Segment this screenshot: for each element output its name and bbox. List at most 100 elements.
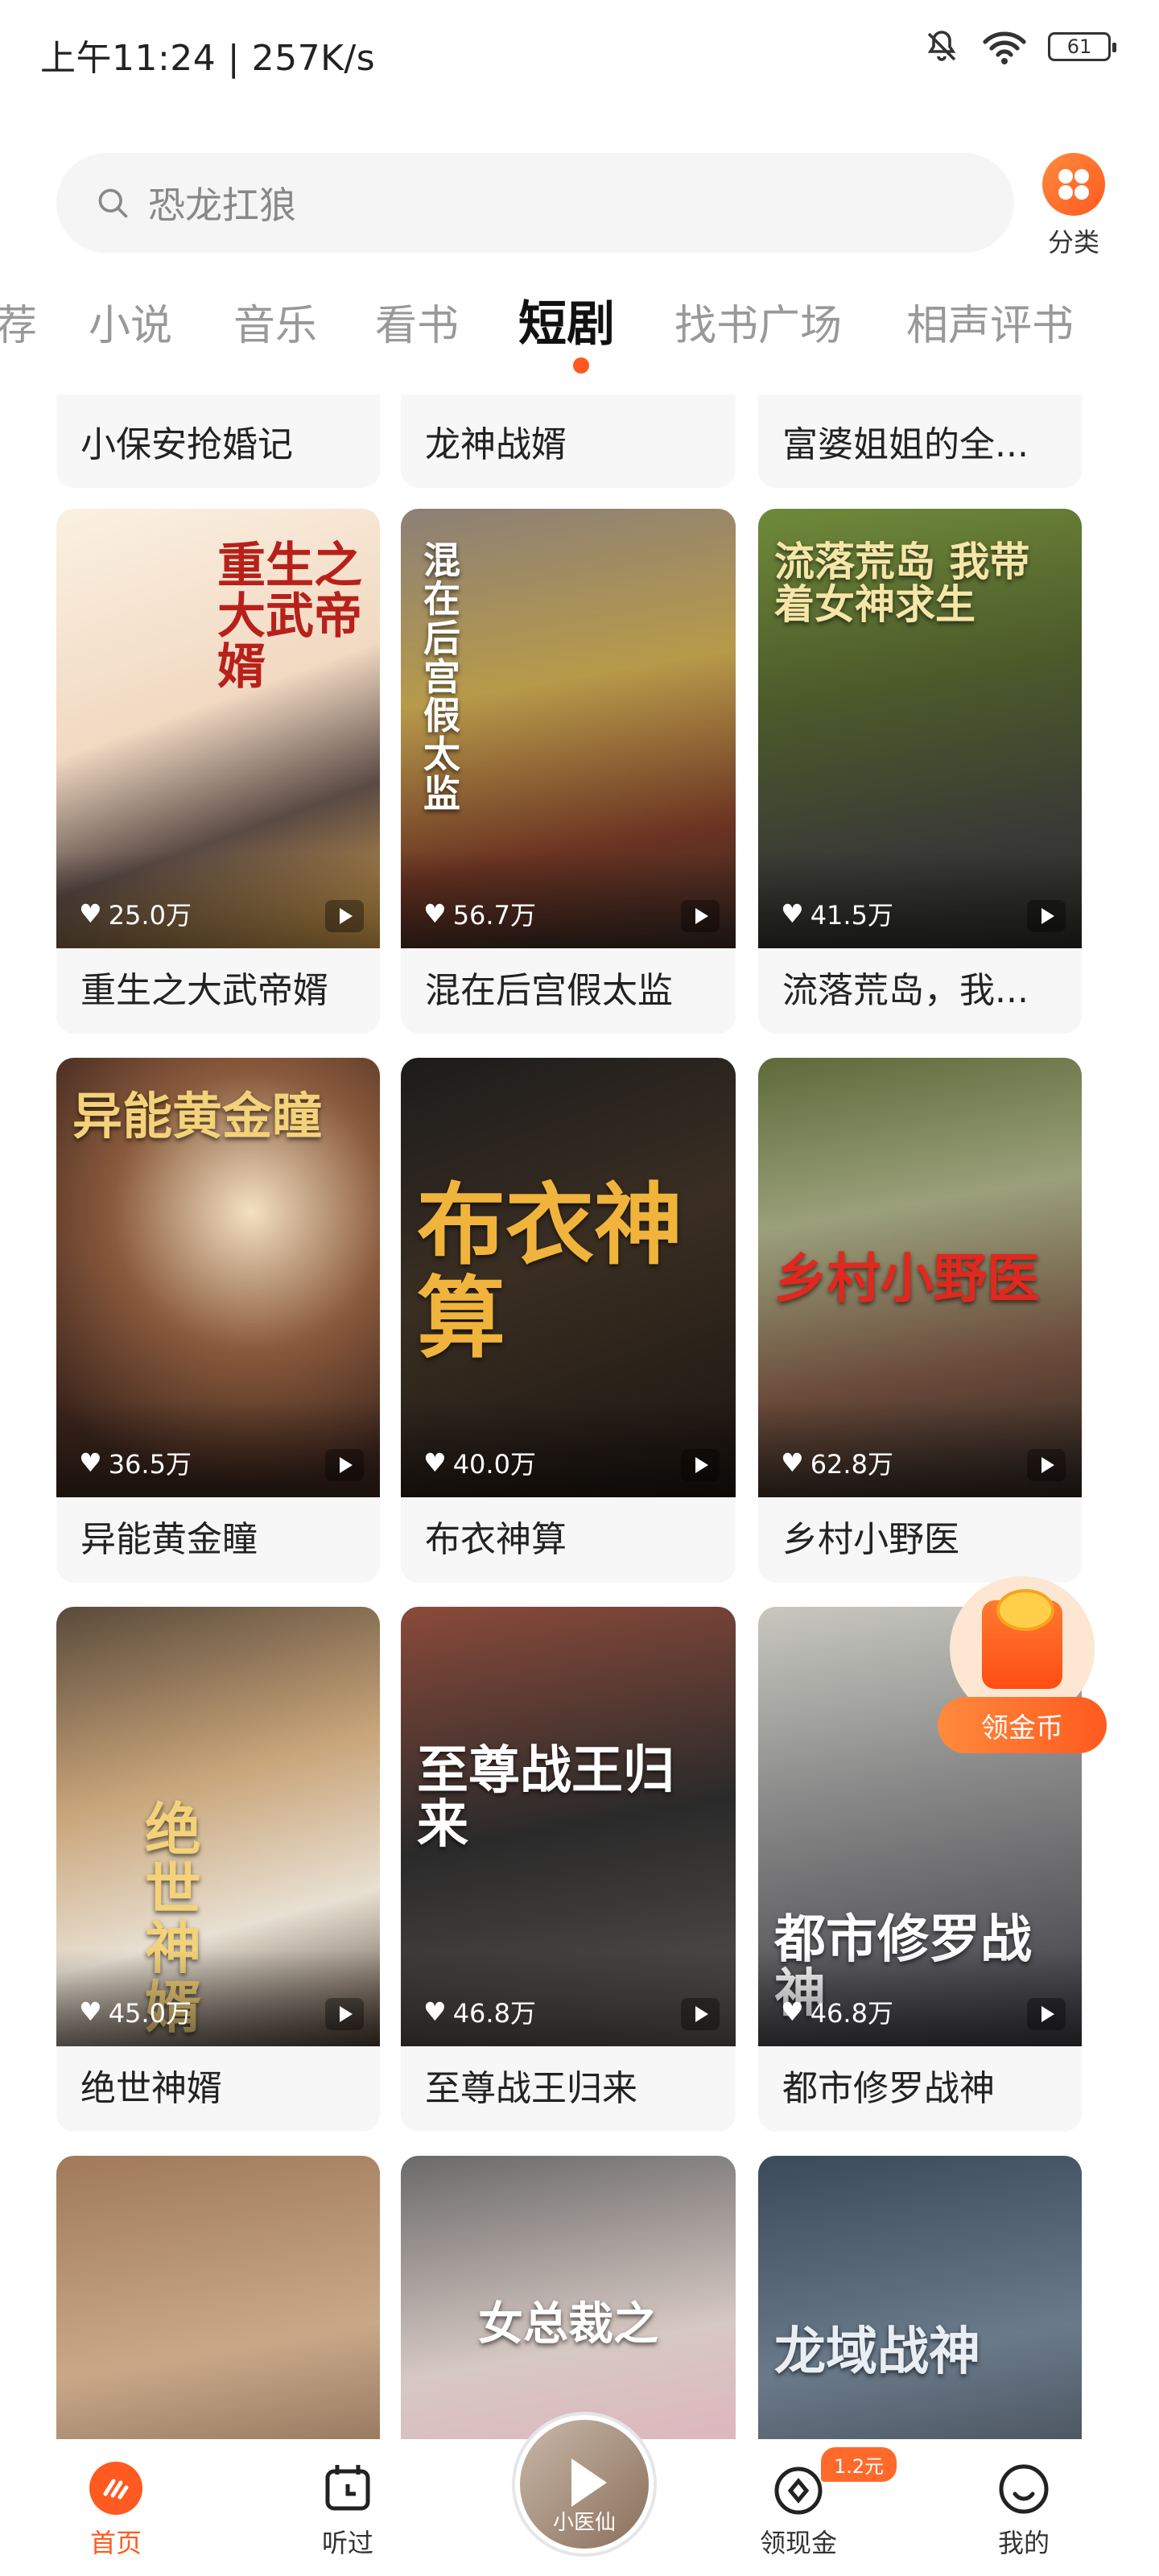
drama-card[interactable]: 重生之大武帝婿 ♥ 25.0万 重生之大武帝婿 <box>56 509 380 1034</box>
tab-book-square[interactable]: 找书广场 <box>674 291 842 352</box>
poster-title: 混在后宫假太监 <box>423 539 460 815</box>
drama-card[interactable]: 女总裁之 <box>401 2156 736 2439</box>
nav-cash-label: 领现金 <box>759 2528 837 2558</box>
drama-card[interactable]: 流落荒岛 我带着女神求生 ♥ 41.5万 流落荒岛，我... <box>758 509 1082 1034</box>
drama-card[interactable] <box>56 2156 380 2439</box>
tab-recommend[interactable]: 荐 <box>0 291 37 352</box>
play-icon <box>325 1998 364 2030</box>
drama-card[interactable]: 小保安抢婚记 <box>56 394 380 488</box>
drama-poster: 布衣神算 ♥ 40.0万 <box>401 1058 736 1497</box>
bottom-nav: 首页 听过 小医仙 领现金 1.2元 我的 <box>0 2415 1159 2576</box>
coin-reward-button[interactable]: 领金币 <box>938 1576 1107 1761</box>
play-icon <box>1027 900 1066 932</box>
drama-poster: 异能黄金瞳 ♥ 36.5万 <box>56 1058 380 1497</box>
drama-card[interactable]: 龙神战婿 <box>401 394 736 488</box>
category-label: 分类 <box>1047 227 1099 258</box>
cash-badge: 1.2元 <box>821 2447 897 2482</box>
smile-face-icon <box>996 2460 1052 2516</box>
like-count: ♥ 46.8万 <box>781 1996 893 2029</box>
play-icon <box>681 1998 720 2030</box>
heart-icon: ♥ <box>781 1996 804 2027</box>
play-icon <box>681 1449 720 1481</box>
drama-grid: 小保安抢婚记 龙神战婿 富婆姐姐的全... 重生之大武帝婿 ♥ 25.0万 重生之… <box>0 394 1159 2439</box>
drama-title: 绝世神婿 <box>80 2068 222 2109</box>
drama-card[interactable]: 绝世神婿 ♥45.0万 绝世神婿 <box>56 1607 380 2132</box>
mute-bell-icon <box>927 31 956 61</box>
drama-title: 小保安抢婚记 <box>80 424 293 465</box>
calendar-clock-icon <box>320 2460 376 2516</box>
drama-poster: 至尊战王归来 ♥ 46.8万 <box>401 1607 736 2046</box>
heart-icon: ♥ <box>423 1447 447 1478</box>
now-playing-title: 小医仙 <box>552 2511 616 2535</box>
nav-home-label: 首页 <box>89 2528 142 2558</box>
search-placeholder: 恐龙扛狼 <box>148 184 296 227</box>
poster-title: 异能黄金瞳 <box>72 1087 323 1146</box>
status-bar: 上午11:24 | 257K/s 61 <box>0 0 1159 97</box>
like-count: ♥ 25.0万 <box>79 898 192 931</box>
active-tab-indicator <box>573 357 589 374</box>
drama-card[interactable]: 至尊战王归来 ♥ 46.8万 至尊战王归来 <box>401 1607 736 2132</box>
heart-icon: ♥ <box>423 898 447 929</box>
battery-icon: 61 <box>1048 32 1116 61</box>
poster-title: 流落荒岛 我带着女神求生 <box>774 538 1030 628</box>
poster-title: 女总裁之 <box>478 2297 658 2351</box>
nav-history-label: 听过 <box>321 2528 373 2558</box>
status-time: 上午11:24 | 257K/s <box>40 38 376 79</box>
drama-title: 至尊战王归来 <box>425 2068 637 2109</box>
nav-home[interactable]: 首页 <box>52 2460 180 2560</box>
drama-title: 乡村小野医 <box>782 1519 959 1560</box>
drama-title: 混在后宫假太监 <box>425 970 673 1011</box>
poster-title: 龙域战神 <box>774 2322 980 2382</box>
play-icon <box>681 900 720 932</box>
heart-icon: ♥ <box>79 1996 102 2027</box>
heart-icon: ♥ <box>79 1447 102 1478</box>
drama-card[interactable]: 富婆姐姐的全... <box>758 394 1082 488</box>
heart-icon: ♥ <box>781 898 804 929</box>
search-icon <box>98 188 128 218</box>
coin-reward-label: 领金币 <box>938 1697 1107 1753</box>
poster-title: 重生之大武帝婿 <box>217 538 362 696</box>
tab-books[interactable]: 看书 <box>375 291 459 352</box>
drama-title: 龙神战婿 <box>425 424 567 465</box>
drama-poster: 混在后宫假太监 ♥ 56.7万 <box>401 509 736 948</box>
drama-poster: 乡村小野医 ♥ 62.8万 <box>758 1058 1082 1497</box>
tab-novel[interactable]: 小说 <box>89 291 172 352</box>
nav-history[interactable]: 听过 <box>283 2460 412 2560</box>
drama-card[interactable]: 乡村小野医 ♥ 62.8万 乡村小野医 <box>758 1058 1082 1583</box>
drama-card[interactable]: 异能黄金瞳 ♥ 36.5万 异能黄金瞳 <box>56 1058 380 1583</box>
drama-card[interactable]: 布衣神算 ♥ 40.0万 布衣神算 <box>401 1058 736 1583</box>
like-count: ♥ 56.7万 <box>423 898 536 931</box>
drama-poster: 重生之大武帝婿 ♥ 25.0万 <box>56 509 380 948</box>
drama-poster: 龙域战神 <box>758 2156 1082 2439</box>
battery-level: 61 <box>1066 35 1092 58</box>
heart-icon: ♥ <box>423 1996 447 2027</box>
tab-music[interactable]: 音乐 <box>233 291 317 352</box>
drama-poster: 流落荒岛 我带着女神求生 ♥ 41.5万 <box>758 509 1082 948</box>
poster-title: 布衣神算 <box>417 1173 683 1370</box>
drama-title: 布衣神算 <box>425 1519 567 1560</box>
search-input[interactable]: 恐龙扛狼 <box>56 153 1014 253</box>
category-button[interactable]: 分类 <box>1038 153 1109 259</box>
play-icon <box>325 900 364 932</box>
heart-icon: ♥ <box>79 898 102 929</box>
red-envelope-icon <box>982 1589 1062 1689</box>
nav-mine[interactable]: 我的 <box>959 2460 1088 2560</box>
category-grid-icon <box>1042 153 1105 216</box>
now-playing-disc[interactable]: 小医仙 <box>515 2415 654 2553</box>
like-count: ♥ 46.8万 <box>423 1996 536 2029</box>
drama-poster <box>56 2156 380 2439</box>
like-count: ♥ 40.0万 <box>423 1447 536 1480</box>
tab-crosstalk[interactable]: 相声评书 <box>906 291 1074 352</box>
drama-title: 异能黄金瞳 <box>80 1519 258 1560</box>
drama-title: 流落荒岛，我... <box>782 970 1029 1011</box>
drama-card[interactable]: 龙域战神 <box>758 2156 1082 2439</box>
poster-title: 至尊战王归来 <box>417 1740 674 1856</box>
poster-title: 乡村小野医 <box>774 1247 1040 1310</box>
drama-title: 重生之大武帝婿 <box>80 970 328 1011</box>
drama-title: 都市修罗战神 <box>782 2068 995 2109</box>
drama-card[interactable]: 混在后宫假太监 ♥ 56.7万 混在后宫假太监 <box>401 509 736 1034</box>
tab-short-drama[interactable]: 短剧 <box>518 285 615 355</box>
like-count: ♥ 41.5万 <box>781 898 893 931</box>
drama-poster: 女总裁之 <box>401 2156 736 2439</box>
wifi-icon <box>983 31 1026 64</box>
